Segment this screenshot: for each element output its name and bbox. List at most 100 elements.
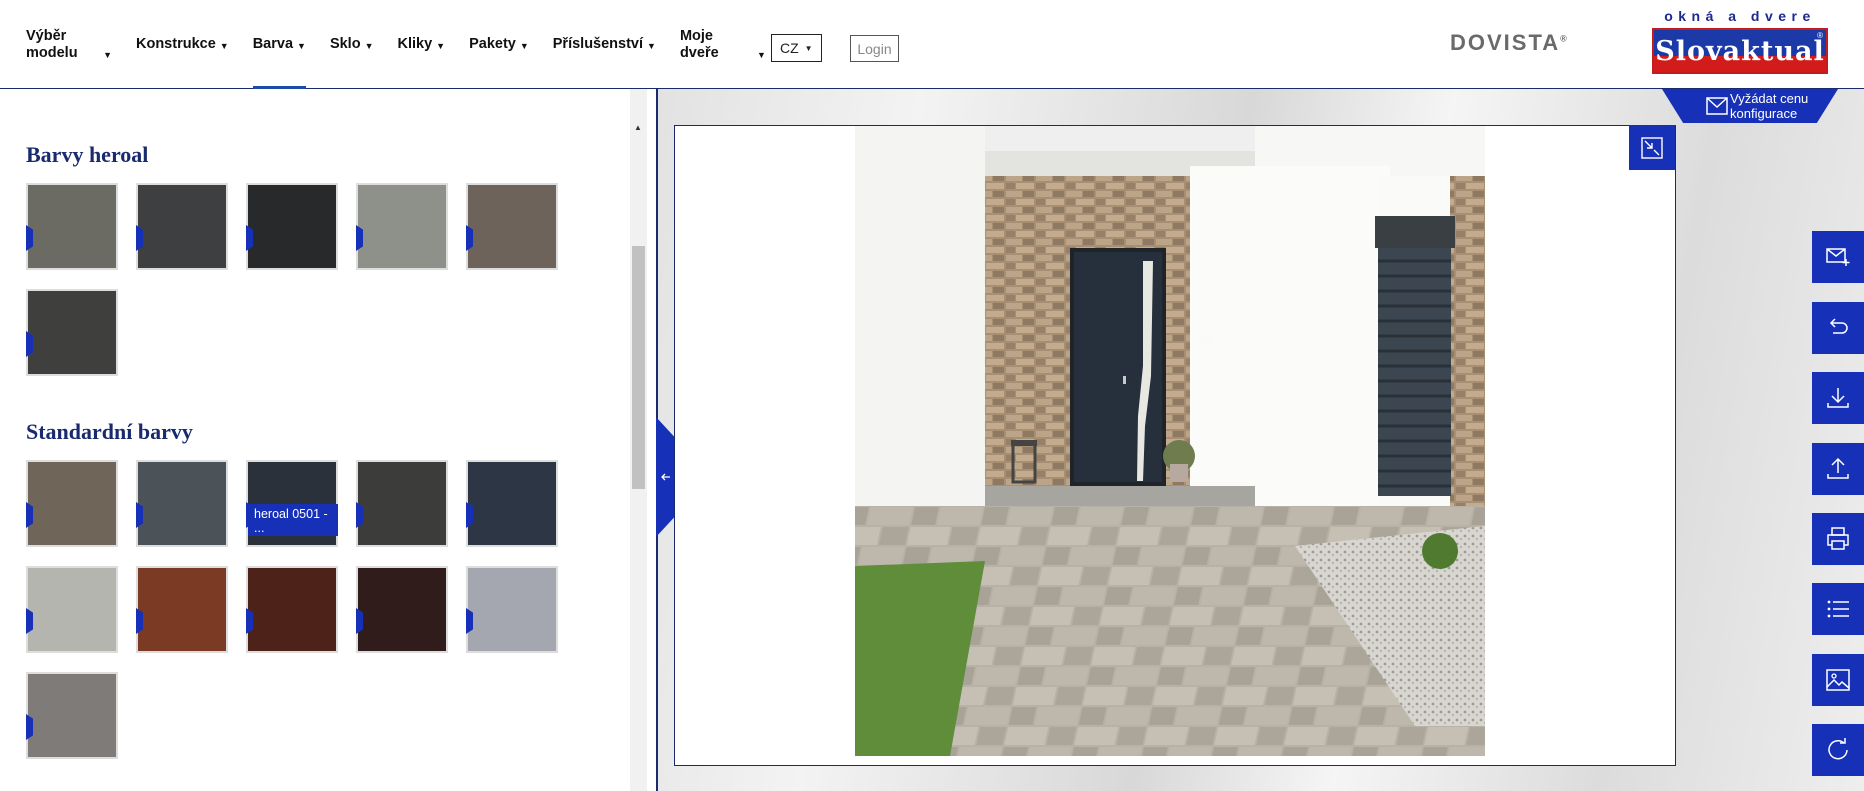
swatch-info-tab[interactable]: [466, 608, 473, 634]
arrow-left-icon: [661, 473, 670, 481]
color-swatch[interactable]: [356, 566, 448, 653]
swatch-info-tab[interactable]: [26, 608, 33, 634]
swatch-info-tab[interactable]: [246, 608, 253, 634]
swatch-info-tab[interactable]: [356, 608, 363, 634]
swatch-info-tab[interactable]: [136, 502, 143, 528]
brand-registered-mark: ®: [1817, 31, 1823, 40]
list-button[interactable]: [1812, 583, 1864, 635]
download-icon: [1827, 388, 1849, 408]
color-swatch[interactable]: [26, 183, 118, 270]
color-swatch[interactable]: [466, 183, 558, 270]
house-entrance-illustration: [855, 126, 1485, 756]
image-button[interactable]: [1812, 654, 1864, 706]
swatch-info-tab[interactable]: [26, 225, 33, 251]
nav-label: Barva: [252, 36, 294, 52]
chevron-down-icon: ▼: [297, 40, 306, 51]
swatch-info-tab[interactable]: [356, 502, 363, 528]
nav-item-1[interactable]: Konstrukce ▼: [136, 0, 229, 89]
color-swatch[interactable]: [26, 289, 118, 376]
upload-button[interactable]: [1812, 443, 1864, 495]
color-swatch[interactable]: [246, 566, 338, 653]
swatch-info-tab[interactable]: [136, 225, 143, 251]
chevron-down-icon: ▼: [804, 43, 813, 53]
color-swatch[interactable]: [26, 460, 118, 547]
nav-item-5[interactable]: Pakety ▼: [469, 0, 529, 89]
nav-label: Příslušenství: [552, 36, 644, 52]
brand-box: Slovaktual ®: [1652, 28, 1828, 74]
list-icon: [1827, 600, 1849, 618]
undo-icon: [1829, 318, 1848, 334]
section-title-standard: Standardní barvy: [26, 419, 193, 444]
slovaktual-logo[interactable]: okná a dvere Slovaktual ®: [1650, 8, 1830, 76]
nav-item-6[interactable]: Příslušenství ▼: [553, 0, 656, 89]
header: Výběr modelu ▼ Konstrukce ▼ Barva ▼ Sklo ▼ Kliky…: [0, 0, 1864, 89]
minimize-view-button[interactable]: [1629, 125, 1675, 170]
swatch-info-tab[interactable]: [356, 225, 363, 251]
nav-label: Pakety: [469, 36, 516, 52]
swatch-info-tab[interactable]: [246, 225, 253, 251]
shrink-icon: [1641, 136, 1663, 159]
color-swatch[interactable]: [136, 183, 228, 270]
chevron-down-icon: ▼: [757, 50, 766, 60]
upload-icon: [1827, 457, 1849, 479]
nav-item-7[interactable]: Moje dveře ▼: [680, 0, 766, 89]
download-button[interactable]: [1812, 372, 1864, 424]
image-icon: [1826, 669, 1850, 691]
color-swatch[interactable]: [356, 460, 448, 547]
color-swatch[interactable]: [26, 566, 118, 653]
refresh-button[interactable]: [1812, 724, 1864, 776]
scroll-up-arrow-icon[interactable]: ▲: [634, 123, 642, 132]
color-swatch[interactable]: [246, 183, 338, 270]
chevron-down-icon: ▼: [519, 40, 529, 51]
color-swatch[interactable]: heroal 0501 - ...: [246, 460, 338, 547]
dovista-logo[interactable]: DOVISTA®: [1450, 30, 1567, 56]
swatch-info-tab[interactable]: [26, 502, 33, 528]
scroll-thumb[interactable]: [632, 246, 645, 489]
section-title-heroal: Barvy heroal: [26, 142, 149, 167]
print-icon: [1827, 527, 1849, 550]
language-value: CZ: [780, 40, 799, 56]
refresh-icon: [1828, 738, 1848, 760]
nav-item-3[interactable]: Sklo ▼: [330, 0, 374, 89]
brand-name: Slovaktual: [1655, 35, 1825, 67]
door-preview-image: [855, 126, 1485, 756]
swatch-tooltip: heroal 0501 - ...: [248, 504, 338, 536]
swatch-info-tab[interactable]: [466, 502, 473, 528]
nav-item-0[interactable]: Výběr modelu ▼: [26, 0, 112, 89]
color-swatch[interactable]: [466, 566, 558, 653]
nav-label: Výběr modelu: [26, 27, 78, 61]
nav-item-4[interactable]: Kliky ▼: [397, 0, 445, 89]
swatch-info-tab[interactable]: [136, 608, 143, 634]
swatch-info-tab[interactable]: [26, 714, 33, 740]
color-panel: Barvy heroal Standardní barvy heroal 050…: [0, 89, 656, 791]
color-swatch[interactable]: [356, 183, 448, 270]
swatch-info-tab[interactable]: [26, 331, 33, 357]
language-select[interactable]: CZ ▼: [771, 34, 822, 62]
chevron-down-icon: ▼: [219, 40, 229, 51]
nav-item-2[interactable]: Barva ▼: [252, 0, 307, 89]
main-nav: Výběr modelu ▼ Konstrukce ▼ Barva ▼ Sklo ▼ Kliky…: [26, 0, 790, 89]
chevron-down-icon: ▼: [647, 40, 656, 51]
print-button[interactable]: [1812, 513, 1864, 565]
brand-tagline: okná a dvere: [1664, 8, 1816, 24]
panel-scrollbar[interactable]: ▲: [630, 89, 647, 791]
undo-button[interactable]: [1812, 302, 1864, 354]
chevron-down-icon: ▼: [364, 40, 374, 51]
request-price-label: Vyžádat cenu konfigurace: [1730, 91, 1809, 121]
chevron-down-icon: ▼: [103, 50, 112, 60]
request-price-button[interactable]: Vyžádat cenu konfigurace: [1662, 89, 1838, 123]
email-add-button[interactable]: [1812, 231, 1864, 283]
color-swatch[interactable]: [26, 672, 118, 759]
nav-label: Kliky: [397, 36, 433, 52]
color-swatch[interactable]: [466, 460, 558, 547]
email-add-icon: [1826, 248, 1850, 266]
envelope-icon: [1706, 97, 1728, 115]
login-button[interactable]: Login: [850, 35, 899, 62]
nav-label: Sklo: [329, 36, 361, 52]
color-swatch[interactable]: [136, 460, 228, 547]
nav-label: Moje dveře: [679, 27, 719, 61]
nav-label: Konstrukce: [136, 36, 216, 52]
chevron-down-icon: ▼: [436, 40, 446, 51]
color-swatch[interactable]: [136, 566, 228, 653]
swatch-info-tab[interactable]: [466, 225, 473, 251]
